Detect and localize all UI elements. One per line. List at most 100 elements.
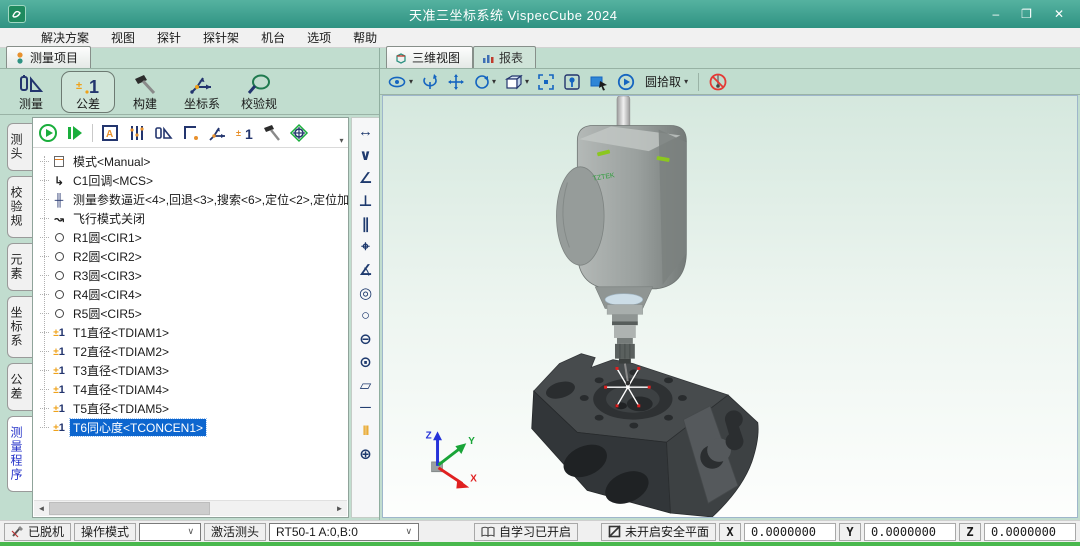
menu-options[interactable]: 选项	[296, 28, 342, 47]
straightness-icon[interactable]: ─	[355, 397, 377, 418]
run-program-icon[interactable]	[35, 120, 61, 146]
active-probe-select[interactable]: RT50-1 A:0,B:0∨	[269, 523, 419, 541]
play-circle-icon[interactable]	[615, 71, 637, 93]
position-target-icon[interactable]: ⌖	[355, 236, 377, 257]
work-plane-icon[interactable]	[286, 120, 312, 146]
window-bottom-edge	[0, 542, 1080, 546]
tree-item-14[interactable]: ±1T5直径<TDIAM5>	[37, 399, 348, 418]
measure-tools-icon[interactable]	[151, 120, 177, 146]
offline-status: 已脱机	[4, 523, 71, 541]
perpendicularity-icon[interactable]: ⊥	[355, 190, 377, 211]
category-ribbon: 测量 ± 1 公差 构建	[0, 69, 379, 115]
cube-view-icon[interactable]: ▾	[502, 71, 531, 93]
angle-icon[interactable]: ∠	[355, 167, 377, 188]
run-step-icon[interactable]	[62, 120, 88, 146]
tab-measure-project[interactable]: 测量项目	[6, 46, 91, 68]
sidetab-gauge[interactable]: 校验规	[7, 176, 32, 238]
mode-icon	[51, 156, 67, 167]
hammer-icon[interactable]	[259, 120, 285, 146]
tree-item-10[interactable]: ±1T1直径<TDIAM1>	[37, 323, 348, 342]
tree-item-11[interactable]: ±1T2直径<TDIAM2>	[37, 342, 348, 361]
scroll-right-icon[interactable]: ►	[332, 504, 347, 513]
tree-item-6[interactable]: R2圆<CIR2>	[37, 247, 348, 266]
menu-machine[interactable]: 机台	[250, 28, 296, 47]
axis-x-label: X	[470, 474, 477, 485]
tree-horizontal-scrollbar[interactable]: ◄ ►	[34, 500, 347, 516]
tol-icon: ±1	[51, 365, 67, 377]
op-mode-select[interactable]: ∨	[139, 523, 201, 541]
tree-item-3[interactable]: ╫测量参数逼近<4>,回退<3>,搜索<6>,定位<2>,定位加<2>,测	[37, 190, 348, 209]
circularity-icon[interactable]: ○	[355, 305, 377, 326]
measure-tools-icon	[18, 73, 44, 97]
pan-move-icon[interactable]	[445, 71, 467, 93]
params-icon: ╫	[51, 193, 67, 207]
maximize-button[interactable]: ❐	[1021, 7, 1032, 21]
position-icon[interactable]: ⊕	[355, 443, 377, 464]
view-eye-icon[interactable]: ▾	[386, 71, 415, 93]
total-runout-icon[interactable]: ⊖	[355, 328, 377, 349]
auto-capture-icon[interactable]: A	[97, 120, 123, 146]
tolerance-tool-column: ↔∨∠⊥∥⌖∡◎○⊖⊙▱─|||⊕	[351, 117, 379, 518]
tab-3d-view[interactable]: 三维视图	[386, 46, 473, 68]
sidetab-measure-program[interactable]: 测量程序	[7, 416, 32, 492]
tree-item-1[interactable]: 模式<Manual>	[37, 152, 348, 171]
close-button[interactable]: ✕	[1054, 7, 1064, 21]
tree-item-4[interactable]: ↝飞行模式关闭	[37, 209, 348, 228]
corner-probe-icon[interactable]	[178, 120, 204, 146]
fit-view-icon[interactable]	[535, 71, 557, 93]
concentricity-icon[interactable]: ◎	[355, 282, 377, 303]
circle-pick-dropdown[interactable]: 圆拾取▾	[641, 71, 690, 93]
tree-item-9[interactable]: R5圆<CIR5>	[37, 304, 348, 323]
orbit-icon[interactable]: ▾	[471, 71, 498, 93]
ribbon-construct[interactable]: 构建	[118, 71, 172, 113]
title-bar: 天准三坐标系统 VispecCube 2024 – ❐ ✕	[0, 0, 1080, 28]
ribbon-tolerance[interactable]: ± 1 公差	[61, 71, 115, 113]
coord-z-label: Z	[959, 523, 981, 541]
window-select-icon[interactable]	[587, 71, 611, 93]
scrollbar-thumb[interactable]	[49, 502, 210, 515]
menu-view[interactable]: 视图	[100, 28, 146, 47]
app-window: 天准三坐标系统 VispecCube 2024 – ❐ ✕ 解决方案 视图 探针…	[0, 0, 1080, 546]
parallelism-icon[interactable]: ∥	[355, 213, 377, 234]
minimize-button[interactable]: –	[992, 7, 999, 21]
measure-params-icon[interactable]	[124, 120, 150, 146]
tab-report[interactable]: 报表	[473, 46, 536, 68]
toolbar-overflow-icon[interactable]: ▾	[336, 136, 347, 145]
flatness-icon[interactable]: ▱	[355, 374, 377, 395]
coord-y-label: Y	[839, 523, 861, 541]
menu-help[interactable]: 帮助	[342, 28, 388, 47]
tree-item-15[interactable]: ±1T6同心度<TCONCEN1>	[37, 418, 348, 437]
active-probe-label: 激活测头	[204, 523, 266, 541]
sidetab-probe[interactable]: 测头	[7, 123, 32, 171]
rotate-view-icon[interactable]	[419, 71, 441, 93]
ribbon-coordsys[interactable]: 坐标系	[175, 71, 229, 113]
plus-minus-one-icon[interactable]: ±1	[232, 120, 258, 146]
tree-item-13[interactable]: ±1T4直径<TDIAM4>	[37, 380, 348, 399]
menu-probe-rack[interactable]: 探针架	[192, 28, 250, 47]
tree-item-7[interactable]: R3圆<CIR3>	[37, 266, 348, 285]
tree-item-5[interactable]: R1圆<CIR1>	[37, 228, 348, 247]
tree-item-2[interactable]: ↳C1回调<MCS>	[37, 171, 348, 190]
symmetry-icon[interactable]: |||	[355, 420, 377, 441]
runout-icon[interactable]: ⊙	[355, 351, 377, 372]
safety-plane-off-icon	[608, 525, 621, 538]
op-mode-label: 操作模式	[74, 523, 136, 541]
menu-probe[interactable]: 探针	[146, 28, 192, 47]
report-icon	[482, 52, 494, 64]
locate-pin-icon[interactable]	[561, 71, 583, 93]
viewport-3d[interactable]: TZTEK	[382, 95, 1078, 518]
menu-solution[interactable]: 解决方案	[30, 28, 100, 47]
axes-arrows-icon[interactable]	[205, 120, 231, 146]
sidetab-coordsys[interactable]: 坐标系	[7, 296, 32, 358]
sidetab-tolerance[interactable]: 公差	[7, 363, 32, 411]
angularity-icon[interactable]: ∡	[355, 259, 377, 280]
tree-item-8[interactable]: R4圆<CIR4>	[37, 285, 348, 304]
distance-icon[interactable]: ↔	[355, 121, 377, 142]
probe-disabled-icon[interactable]	[707, 71, 729, 93]
ribbon-gauge[interactable]: 校验规	[232, 71, 286, 113]
sidetab-elements[interactable]: 元素	[7, 243, 32, 291]
scroll-left-icon[interactable]: ◄	[34, 504, 49, 513]
tree-item-12[interactable]: ±1T3直径<TDIAM3>	[37, 361, 348, 380]
angle-between-icon[interactable]: ∨	[355, 144, 377, 165]
ribbon-measure[interactable]: 测量	[4, 71, 58, 113]
